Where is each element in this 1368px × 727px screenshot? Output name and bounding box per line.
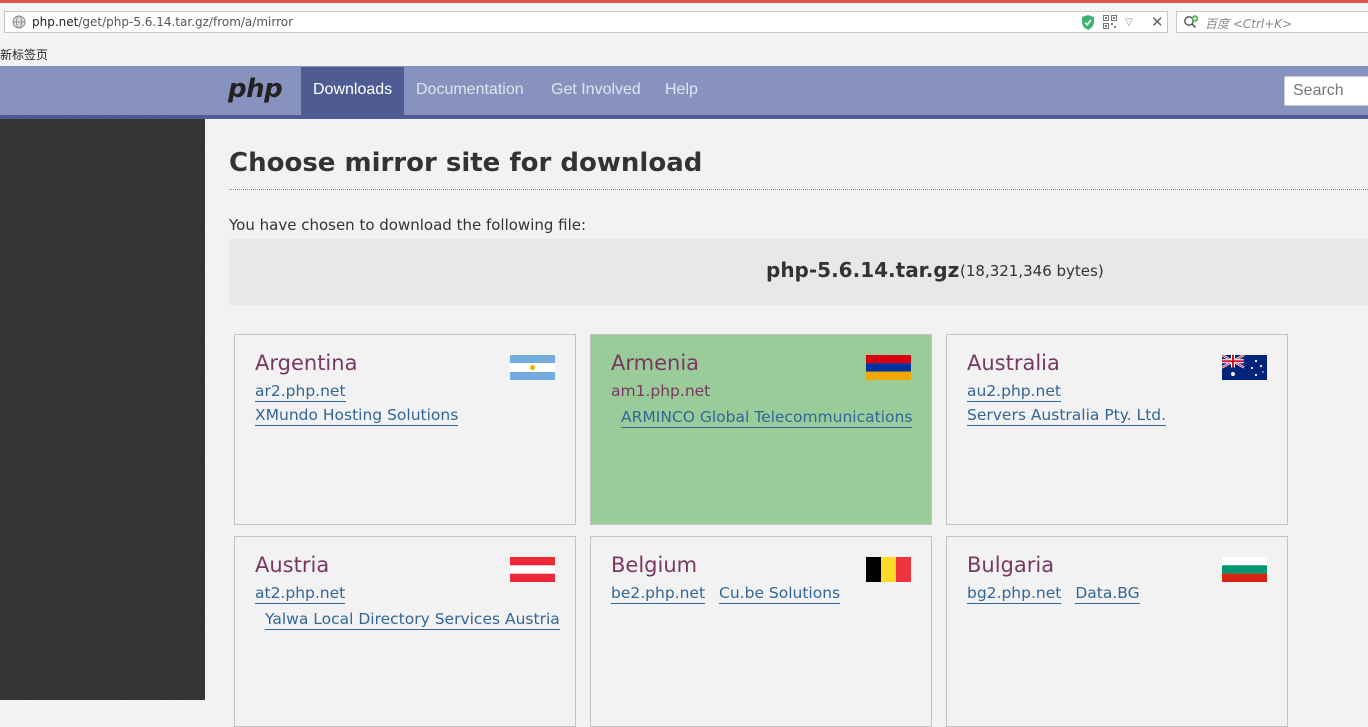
file-name: php-5.6.14.tar.gz	[766, 258, 960, 282]
bookmark-new-tab[interactable]: 新标签页	[0, 46, 48, 63]
page-title: Choose mirror site for download	[229, 148, 703, 178]
austria-flag-icon	[510, 557, 555, 582]
mirror-card-belgium: Belgium be2.php.net Cu.be Solutions	[590, 536, 932, 727]
mirror-provider-link[interactable]: Servers Australia Pty. Ltd.	[967, 405, 1167, 426]
mirror-provider-link[interactable]: Data.BG	[1075, 583, 1140, 604]
mirror-host-link[interactable]: am1.php.net	[611, 381, 711, 402]
mirror-host-link[interactable]: ar2.php.net	[255, 381, 346, 402]
left-sidebar	[0, 119, 205, 700]
nav-help[interactable]: Help	[653, 67, 710, 115]
shield-icon[interactable]	[1081, 15, 1095, 30]
close-icon[interactable]: ✕	[1151, 13, 1164, 31]
qr-code-icon[interactable]	[1103, 15, 1117, 29]
chevron-down-icon[interactable]: ▽	[1125, 17, 1133, 28]
mirror-provider-link[interactable]: ARMINCO Global Telecommunications	[621, 407, 913, 428]
country-name: Argentina	[255, 351, 358, 375]
globe-icon	[12, 15, 26, 29]
site-search-input[interactable]: Search	[1284, 76, 1368, 106]
country-name: Armenia	[611, 351, 700, 375]
search-icon	[1184, 15, 1199, 29]
armenia-flag-icon	[866, 355, 911, 380]
download-intro: You have chosen to download the followin…	[229, 216, 587, 234]
file-size: (18,321,346 bytes)	[960, 262, 1104, 280]
browser-search-placeholder: 百度 <Ctrl+K>	[1205, 17, 1293, 31]
country-name: Australia	[967, 351, 1060, 375]
mirror-card-austria: Austria at2.php.net Yalwa Local Director…	[234, 536, 576, 727]
mirror-provider-link[interactable]: XMundo Hosting Solutions	[255, 405, 459, 426]
address-bar[interactable]: php.net/get/php-5.6.14.tar.gz/from/a/mir…	[4, 11, 1168, 33]
browser-search-box[interactable]: 百度 <Ctrl+K>	[1176, 11, 1368, 33]
mirror-host-link[interactable]: au2.php.net	[967, 381, 1061, 402]
mirror-provider-link[interactable]: Cu.be Solutions	[719, 583, 841, 604]
browser-toolbar: php.net/get/php-5.6.14.tar.gz/from/a/mir…	[0, 3, 1368, 39]
address-url[interactable]: php.net/get/php-5.6.14.tar.gz/from/a/mir…	[32, 15, 293, 29]
mirror-host-link[interactable]: bg2.php.net	[967, 583, 1062, 604]
mirror-host-link[interactable]: at2.php.net	[255, 583, 346, 604]
nav-documentation[interactable]: Documentation	[404, 67, 536, 115]
australia-flag-icon	[1222, 355, 1267, 380]
bulgaria-flag-icon	[1222, 557, 1267, 582]
bookmarks-bar: 新标签页	[0, 41, 1368, 66]
belgium-flag-icon	[866, 557, 911, 582]
argentina-flag-icon	[510, 355, 555, 380]
mirror-provider-link[interactable]: Yalwa Local Directory Services Austria	[265, 609, 560, 630]
mirror-card-argentina: Argentina ar2.php.net XMundo Hosting Solu…	[234, 334, 576, 525]
php-logo[interactable]: php	[228, 74, 283, 104]
mirror-card-bulgaria: Bulgaria bg2.php.net Data.BG	[946, 536, 1288, 727]
nav-get-involved[interactable]: Get Involved	[539, 67, 653, 115]
nav-downloads[interactable]: Downloads	[301, 67, 405, 115]
mirror-card-armenia: Armenia am1.php.net ARMINCO Global Telec…	[590, 334, 932, 525]
mirror-host-link[interactable]: be2.php.net	[611, 583, 706, 604]
country-name: Belgium	[611, 553, 698, 577]
country-name: Austria	[255, 553, 330, 577]
title-divider	[229, 189, 1368, 190]
mirror-card-australia: Australia au2.php.net Servers Australia P…	[946, 334, 1288, 525]
country-name: Bulgaria	[967, 553, 1055, 577]
